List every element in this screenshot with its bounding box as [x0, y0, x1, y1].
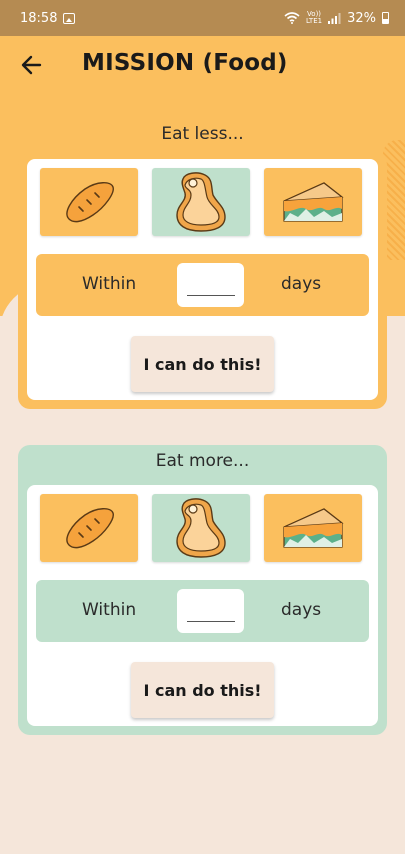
- within-days-row: Within days: [36, 254, 369, 316]
- battery-percent: 32%: [347, 10, 376, 26]
- mission-card-eat-less: Eat less... Within days I can do this!: [18, 117, 387, 409]
- status-left: 18:58: [20, 10, 76, 26]
- signal-icon: [328, 12, 341, 24]
- i-can-do-this-button[interactable]: I can do this!: [131, 336, 274, 392]
- gallery-notification-icon: [63, 12, 76, 24]
- page-title: MISSION (Food): [82, 50, 288, 76]
- app-bar: MISSION (Food): [0, 36, 405, 94]
- mission-card-eat-more: Eat more... Within days I can do this!: [18, 445, 387, 735]
- food-row: [40, 494, 364, 562]
- food-tile-cheese[interactable]: [264, 168, 362, 236]
- status-time: 18:58: [20, 10, 58, 26]
- food-tile-cheese[interactable]: [264, 494, 362, 562]
- meat-icon: [176, 498, 226, 558]
- mission-panel: Within days I can do this!: [27, 159, 378, 400]
- days-label: days: [281, 600, 322, 620]
- mission-heading: Eat more...: [155, 451, 250, 471]
- days-input[interactable]: [177, 589, 244, 633]
- back-button[interactable]: [18, 52, 46, 78]
- within-days-row: Within days: [36, 580, 369, 642]
- i-can-do-this-button[interactable]: I can do this!: [131, 662, 274, 718]
- screen: 18:58 Vo)) LTE1 32% MISSION (Food) Eat l…: [0, 0, 405, 854]
- cheese-icon: [283, 182, 344, 222]
- status-bar: 18:58 Vo)) LTE1 32%: [0, 0, 405, 36]
- mission-panel-frame: Within days I can do this!: [18, 153, 387, 409]
- food-tile-bread[interactable]: [40, 494, 138, 562]
- food-tile-bread[interactable]: [40, 168, 138, 236]
- food-row: [40, 168, 364, 236]
- volte-indicator: Vo)) LTE1: [306, 10, 323, 25]
- within-label: Within: [82, 600, 137, 620]
- cheese-icon: [283, 508, 344, 548]
- bread-icon: [66, 508, 114, 549]
- food-tile-meat[interactable]: [152, 494, 250, 562]
- battery-icon: [382, 12, 389, 24]
- arrow-left-icon: [21, 55, 42, 75]
- days-label: days: [281, 274, 322, 294]
- bread-icon: [66, 182, 114, 223]
- days-input[interactable]: [177, 263, 244, 307]
- status-right: Vo)) LTE1 32%: [284, 11, 389, 26]
- food-tile-meat[interactable]: [152, 168, 250, 236]
- wifi-icon: [284, 12, 300, 24]
- within-label: Within: [82, 274, 137, 294]
- mission-panel: Within days I can do this!: [27, 485, 378, 726]
- mission-heading: Eat less...: [161, 124, 244, 144]
- meat-icon: [176, 172, 226, 232]
- days-input-underline: [186, 295, 235, 296]
- days-input-underline: [186, 621, 235, 622]
